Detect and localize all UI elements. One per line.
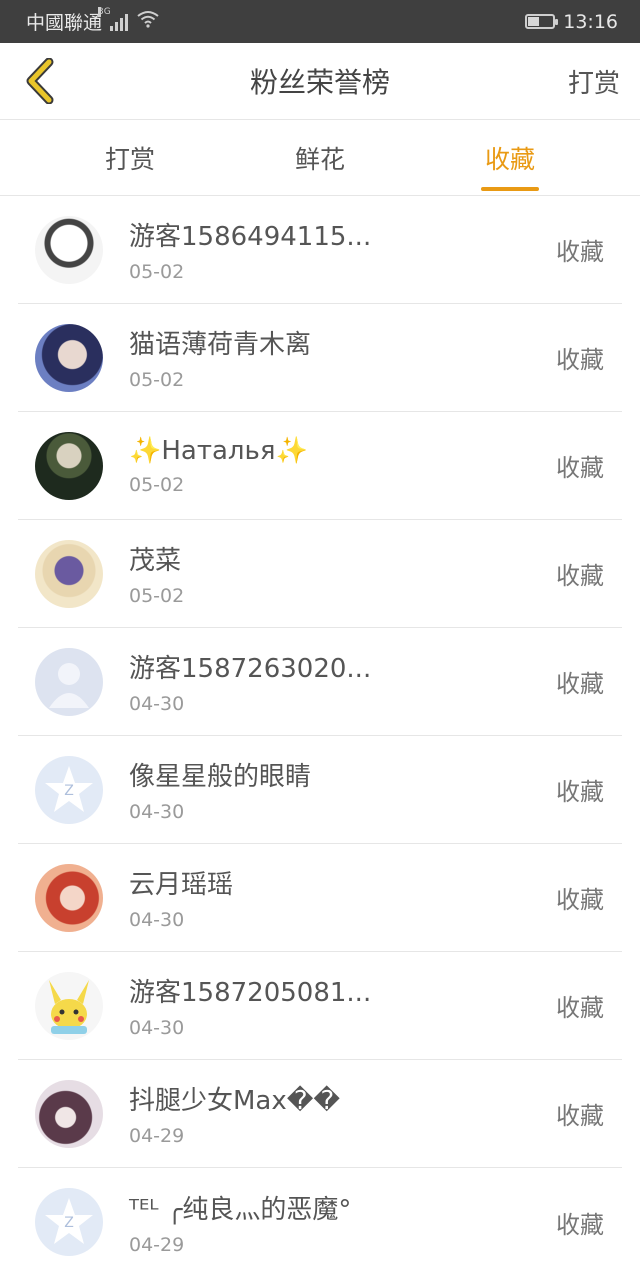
favorite-tag: 收藏 <box>556 346 604 374</box>
tab-reward[interactable]: 打赏 <box>35 120 225 195</box>
row-date: 04-30 <box>129 1017 185 1039</box>
status-left: 中國聯通 3G <box>26 6 160 35</box>
default-star-avatar: Z <box>35 755 103 824</box>
list-item[interactable]: Z 像星星般的眼睛 04-30 收藏 <box>18 736 622 844</box>
reward-button[interactable]: 打赏 <box>568 63 640 100</box>
tab-flowers[interactable]: 鲜花 <box>225 120 415 195</box>
list-item[interactable]: 游客1587205081... 04-30 收藏 <box>18 952 622 1060</box>
chevron-left-icon <box>26 58 54 104</box>
row-date: 04-30 <box>129 693 185 715</box>
row-date: 05-02 <box>129 473 185 496</box>
user-name: 游客1587263020... <box>129 654 372 684</box>
favorite-tag: 收藏 <box>556 562 604 590</box>
favorite-tag: 收藏 <box>556 1102 604 1130</box>
row-date: 04-30 <box>129 801 185 823</box>
row-date: 05-02 <box>129 585 185 607</box>
list-item[interactable]: 游客1587263020... 04-30 收藏 <box>18 628 622 736</box>
photo-avatar <box>35 431 103 500</box>
photo-avatar <box>35 1079 103 1148</box>
row-date: 05-02 <box>129 369 185 391</box>
user-name: 游客1586494115... <box>129 222 372 252</box>
user-name: 茂菜 <box>129 546 182 576</box>
signal-icon: 3G <box>98 6 129 31</box>
pikachu-avatar <box>35 971 103 1040</box>
favorite-tag: 收藏 <box>556 1210 604 1239</box>
user-name: 像星星般的眼睛 <box>129 762 312 792</box>
status-bar: 中國聯通 3G 13:16 <box>0 0 640 43</box>
list-item[interactable]: 云月瑶瑶 04-30 收藏 <box>18 844 622 952</box>
user-name: ᵀᴱᴸ ╭纯良灬的恶魔° <box>129 1194 352 1225</box>
favorite-tag: 收藏 <box>556 238 604 266</box>
tab-favorites[interactable]: 收藏 <box>415 120 605 195</box>
svg-text:Z: Z <box>64 783 74 799</box>
page-title: 粉丝荣誉榜 <box>249 66 390 99</box>
row-date: 04-30 <box>129 909 185 931</box>
battery-icon <box>525 14 559 29</box>
row-date: 05-02 <box>129 261 185 283</box>
row-date: 04-29 <box>129 1125 185 1147</box>
anime-avatar <box>35 539 103 608</box>
photo-avatar <box>35 323 103 392</box>
list-item[interactable]: 游客1586494115... 05-02 收藏 <box>18 196 622 304</box>
cartoon-character-avatar <box>35 215 103 284</box>
favorite-tag: 收藏 <box>556 670 604 698</box>
list-item[interactable]: 茂菜 05-02 收藏 <box>18 520 622 628</box>
user-name: 云月瑶瑶 <box>129 870 234 900</box>
list-item[interactable]: 抖腿少女Max�� 04-29 收藏 <box>18 1060 622 1168</box>
status-right: 13:16 <box>525 11 618 33</box>
user-name: ✨Наталья✨ <box>129 435 308 466</box>
clock: 13:16 <box>563 10 618 33</box>
list-item[interactable]: Z ᵀᴱᴸ ╭纯良灬的恶魔° 04-29 收藏 <box>18 1168 622 1276</box>
user-name: 抖腿少女Max�� <box>129 1086 341 1116</box>
row-date: 04-29 <box>129 1233 185 1256</box>
back-button[interactable] <box>0 43 80 120</box>
default-star-avatar: Z <box>35 1188 103 1256</box>
favorite-tag: 收藏 <box>556 778 604 806</box>
nav-header: 粉丝荣誉榜 打赏 <box>0 43 640 120</box>
wifi-icon <box>136 10 160 33</box>
list-item[interactable]: 猫语薄荷青木离 05-02 收藏 <box>18 304 622 412</box>
user-name: 游客1587205081... <box>129 978 372 1008</box>
tab-bar: 打赏 鲜花 收藏 <box>0 120 640 196</box>
default-person-avatar <box>35 647 103 716</box>
favorite-tag: 收藏 <box>556 994 604 1022</box>
favorite-tag: 收藏 <box>556 454 604 482</box>
carrier-label: 中國聯通 <box>26 12 103 34</box>
favorite-tag: 收藏 <box>556 886 604 914</box>
anime-avatar <box>35 863 103 932</box>
fan-list: 游客1586494115... 05-02 收藏 猫语薄荷青木离 05-02 收藏 … <box>0 196 640 1276</box>
list-item[interactable]: ✨Наталья✨ 05-02 收藏 <box>18 412 622 520</box>
svg-text:Z: Z <box>64 1215 74 1231</box>
user-name: 猫语薄荷青木离 <box>129 330 312 360</box>
